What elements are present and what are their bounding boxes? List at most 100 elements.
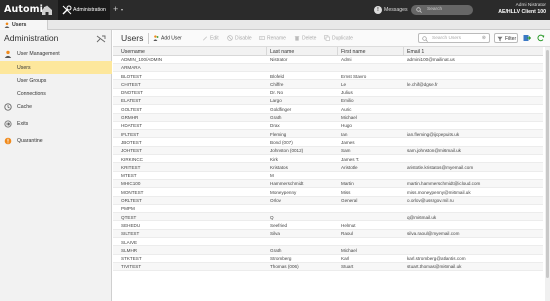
- cell-username: ADMIN_100/ADMIN: [121, 57, 163, 62]
- sidebar-item-label: Exits: [17, 121, 29, 127]
- table-row[interactable]: TIVITEST Thomas (006) Stuart stuart.thomas@…: [113, 262, 543, 272]
- delete-label: Delete: [302, 35, 317, 42]
- table-row[interactable]: SLAIVE: [113, 238, 543, 247]
- cell-first-name: Le: [341, 81, 347, 87]
- column-header-username[interactable]: Username: [121, 49, 261, 55]
- tab-users[interactable]: Users: [0, 20, 48, 30]
- sidebar-item-user-groups[interactable]: User Groups: [0, 74, 112, 87]
- table-row[interactable]: MTEST M: [113, 172, 543, 180]
- table-row[interactable]: ORLTEST Orlov General o.orlov@ussrgov.mil.r…: [113, 196, 543, 205]
- table-row[interactable]: PMPM: [113, 205, 543, 214]
- cell-username: KRITEST: [121, 164, 141, 170]
- cell-first-name: Aristotle: [341, 164, 358, 170]
- cell-first-name: Miss: [341, 189, 351, 195]
- table-row[interactable]: ADMIN_100/ADMIN Nistrator Admi admini100@ma…: [113, 56, 543, 64]
- new-tab-button[interactable]: +: [113, 4, 118, 14]
- toolbar: Users Add User Edit Disable Rename Delet…: [113, 30, 550, 47]
- sidebar-item-users[interactable]: Users: [0, 61, 112, 74]
- chevron-down-icon[interactable]: ▾: [121, 7, 123, 12]
- sidebar-item-cache[interactable]: Cache: [0, 100, 112, 113]
- table-row[interactable]: KRITEST Kristatos Aristotle aristotle.krist…: [113, 163, 543, 172]
- refresh-icon[interactable]: [537, 34, 545, 42]
- cell-first-name: Auric: [341, 106, 352, 112]
- column-header-email[interactable]: Email 1: [407, 49, 543, 55]
- table-row[interactable]: ELATEST Largo Emilio: [113, 96, 543, 106]
- cell-first-name: Stuart: [341, 264, 354, 270]
- add-user-button[interactable]: Add User: [153, 35, 182, 41]
- scrollbar-thumb[interactable]: [546, 50, 549, 278]
- user-management-icon: [4, 50, 12, 58]
- cell-username: SLAIVE: [121, 239, 138, 245]
- filter-icon: [497, 36, 503, 42]
- sidebar-item-user-management[interactable]: User Management: [0, 47, 112, 60]
- cell-last-name: Largo: [270, 98, 282, 104]
- filter-button[interactable]: Filter: [494, 33, 518, 43]
- table-row[interactable]: GOLTEST Goldfinger Auric: [113, 105, 543, 114]
- sidebar-item-connections[interactable]: Connections: [0, 87, 112, 100]
- table-row[interactable]: JOHTEST Johnston (0012) Sam sam.johnston@mi…: [113, 146, 543, 156]
- cell-last-name: Q: [270, 214, 274, 220]
- cell-username: DNOTEST: [121, 90, 143, 96]
- user-info[interactable]: Admi Nistrator AE/HLLV Client 100: [498, 3, 546, 15]
- search-users-input[interactable]: Search Users ⊗: [418, 33, 490, 43]
- cell-email: q@mi6mail.uk: [407, 214, 437, 220]
- table-row[interactable]: BLOTEST Blofeld Ernst Stavro: [113, 72, 543, 81]
- cell-email: ian.fleming@ijcpepuits.uk: [407, 131, 460, 137]
- table-row[interactable]: ARMARA: [113, 63, 543, 73]
- sidebar-item-exits[interactable]: Exits: [0, 117, 112, 130]
- vertical-scrollbar[interactable]: [545, 47, 550, 301]
- table-row[interactable]: SILTEST Silva Raoul silva.raoul@myemail.com: [113, 229, 543, 239]
- table-row[interactable]: SLMHR Grath Michael: [113, 246, 543, 255]
- home-icon[interactable]: [40, 3, 54, 17]
- duplicate-button[interactable]: Duplicate: [324, 35, 353, 41]
- table-row[interactable]: CHITEST Chiffre Le le.chif@dgse.fr: [113, 80, 543, 89]
- sidebar-item-label: Connections: [17, 91, 46, 97]
- sidebar-title: Administration: [4, 33, 59, 43]
- column-resize-handle[interactable]: [337, 47, 338, 56]
- messages-label[interactable]: Messages: [384, 7, 408, 13]
- cell-username: ARMARA: [121, 65, 141, 71]
- cell-first-name: Martin: [341, 181, 354, 187]
- delete-button[interactable]: Delete: [294, 35, 316, 41]
- duplicate-icon: [324, 35, 330, 41]
- column-resize-handle[interactable]: [403, 47, 404, 56]
- edit-button[interactable]: Edit: [202, 35, 219, 41]
- collapse-sidebar-icon[interactable]: [96, 35, 106, 43]
- cell-last-name: Kirk: [270, 156, 278, 162]
- table-row[interactable]: DNOTEST Dr. No Julius: [113, 89, 543, 97]
- cell-email: miss.moneypenny@mi6mail.uk: [407, 189, 471, 195]
- cell-email: admini100@mailinat.us: [407, 57, 455, 62]
- cell-first-name: Emilio: [341, 98, 354, 104]
- disable-button[interactable]: Disable: [227, 35, 252, 41]
- edit-label: Edit: [210, 35, 219, 42]
- global-search-input[interactable]: Search: [411, 5, 473, 15]
- rename-button[interactable]: Rename: [259, 35, 286, 41]
- messages-icon[interactable]: !: [374, 6, 382, 14]
- cell-last-name: Hammerschmidt: [270, 181, 304, 187]
- column-header-first-name[interactable]: First name: [341, 49, 401, 55]
- table-row[interactable]: JBOTEST Bond (007) James: [113, 138, 543, 147]
- table-row[interactable]: STKTEST Stromberg Karl karl.stromberg@atlan…: [113, 255, 543, 263]
- cell-last-name: Stromberg: [270, 256, 292, 262]
- column-header-last-name[interactable]: Last name: [270, 49, 335, 55]
- sidebar-item-label: User Management: [17, 51, 60, 57]
- table-row[interactable]: MHIC100 Hammerschmidt Martin martin.hammers…: [113, 179, 543, 189]
- cell-username: MTEST: [121, 173, 137, 179]
- administration-tab-label: Administration: [73, 7, 106, 13]
- clear-search-icon[interactable]: ⊗: [482, 35, 486, 41]
- sidebar-item-quarantine[interactable]: Quarantine: [0, 134, 112, 147]
- table-row[interactable]: QTEST Qq@mi6mail.uk: [113, 213, 543, 222]
- table-row[interactable]: MONTEST Moneypenny Miss miss.moneypenny@mi6…: [113, 188, 543, 197]
- export-icon[interactable]: [523, 34, 531, 42]
- cell-last-name: Nistrator: [270, 57, 288, 62]
- table-row[interactable]: GRMHR Grath Michael: [113, 113, 543, 122]
- table-row[interactable]: SEHEDU Seefried Helmut: [113, 221, 543, 230]
- table-row[interactable]: IFLTEST Fleming Ian ian.fleming@ijcpepuits.…: [113, 130, 543, 139]
- administration-tab[interactable]: Administration: [58, 0, 110, 20]
- sidebar-item-label: Cache: [17, 104, 32, 110]
- column-resize-handle[interactable]: [266, 47, 267, 56]
- cell-username: MONTEST: [121, 189, 144, 195]
- cell-username: TIVITEST: [121, 264, 142, 270]
- table-row[interactable]: HDATEST Drax Hugo: [113, 122, 543, 131]
- table-row[interactable]: KIRKINCC Kirk James T.: [113, 155, 543, 164]
